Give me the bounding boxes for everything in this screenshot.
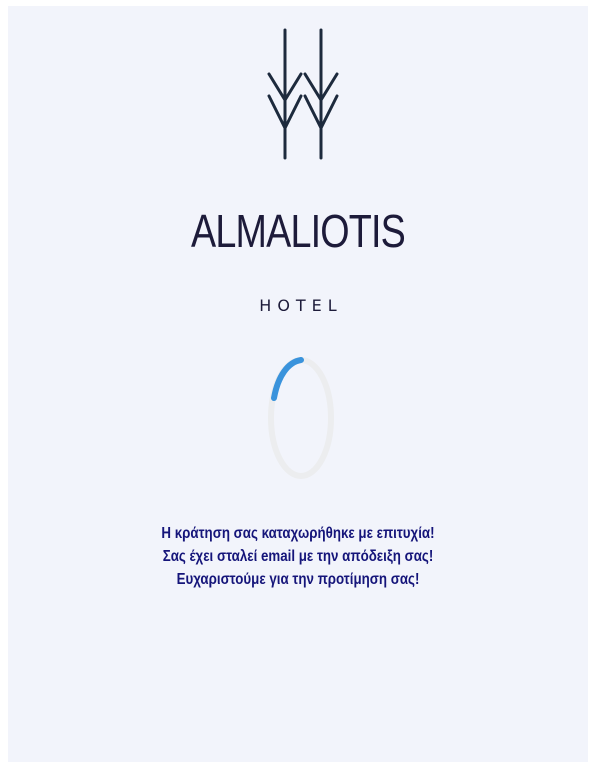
confirmation-message: Η κράτηση σας καταχωρήθηκε με επιτυχία! … bbox=[8, 522, 588, 591]
confirmation-page: ALMALIOTIS HOTEL Η κράτηση σας καταχωρήθ… bbox=[8, 6, 588, 762]
hotel-name: ALMALIOTIS bbox=[191, 205, 406, 257]
message-line-1: Η κράτηση σας καταχωρήθηκε με επιτυχία! bbox=[161, 525, 435, 542]
loading-spinner-icon bbox=[268, 357, 334, 479]
message-line-2: Σας έχει σταλεί email με την απόδειξη σα… bbox=[162, 548, 434, 565]
hotel-logo-icon bbox=[267, 28, 339, 160]
hotel-subtitle: HOTEL bbox=[259, 296, 343, 315]
message-line-3: Ευχαριστούμε για την προτίμηση σας! bbox=[176, 571, 420, 588]
